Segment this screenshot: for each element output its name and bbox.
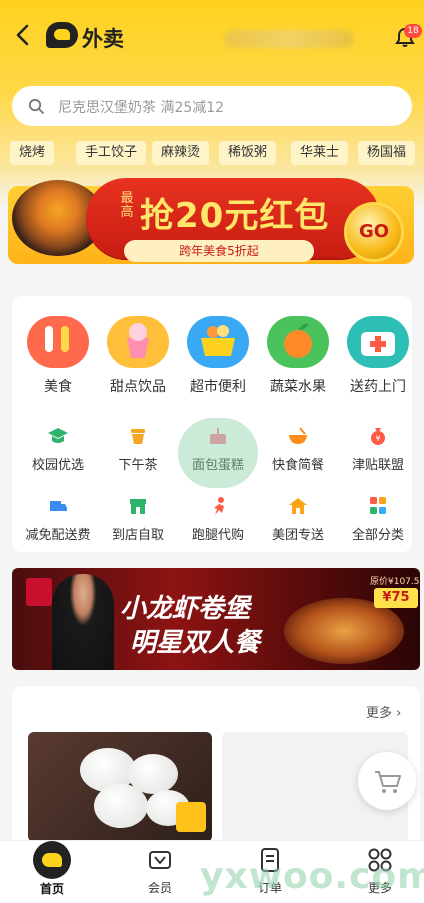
category-dessert[interactable]: 甜点饮品 xyxy=(98,316,178,396)
category-label: 美食 xyxy=(44,379,72,395)
category-campus[interactable]: 校园优选 xyxy=(18,426,98,473)
category-all[interactable]: 全部分类 xyxy=(338,496,418,543)
category-pickup[interactable]: 到店自取 xyxy=(98,496,178,543)
category-allowance[interactable]: ¥ 津贴联盟 xyxy=(338,426,418,473)
category-supermarket[interactable]: 超市便利 xyxy=(178,316,258,396)
category-label: 到店自取 xyxy=(111,528,164,543)
top-nav: 外卖 18 xyxy=(0,10,424,60)
category-label: 校园优选 xyxy=(31,458,84,473)
category-label: 超市便利 xyxy=(190,379,246,395)
bowl-icon xyxy=(287,426,309,446)
shop-photo[interactable] xyxy=(28,732,212,842)
tab-label: 首页 xyxy=(39,882,64,896)
category-label: 送药上门 xyxy=(350,379,406,395)
page-title: 外卖 xyxy=(82,27,124,51)
category-label: 全部分类 xyxy=(351,528,404,543)
meituan-logo xyxy=(46,22,78,48)
vip-icon xyxy=(145,845,175,875)
cart-button[interactable] xyxy=(358,752,416,810)
category-free-delivery[interactable]: 减免配送费 xyxy=(18,496,98,543)
kfc-logo xyxy=(26,578,52,606)
category-label: 甜点饮品 xyxy=(110,379,166,395)
quick-tag[interactable]: 华莱士 xyxy=(291,141,349,165)
category-label: 下午茶 xyxy=(118,458,158,473)
chevron-left-icon xyxy=(16,24,29,46)
category-meituan-delivery[interactable]: 美团专送 xyxy=(258,496,338,543)
basket-icon xyxy=(187,316,249,368)
category-label: 减免配送费 xyxy=(25,528,91,543)
money-bag-icon: ¥ xyxy=(367,426,389,446)
food-icon xyxy=(27,316,89,368)
chevron-right-icon: › xyxy=(396,706,402,721)
category-fast-meal[interactable]: 快食简餐 xyxy=(258,426,338,473)
watermark-text: yxwoo.com xyxy=(200,856,424,897)
house-rider-icon xyxy=(287,496,309,516)
category-label: 跑腿代购 xyxy=(191,528,244,543)
ad-headline-1: 小龙虾卷堡 xyxy=(120,594,251,624)
quick-tag[interactable]: 稀饭粥 xyxy=(219,141,277,165)
location-text-blurred[interactable] xyxy=(224,30,354,48)
quick-tags: 烧烤 手工饺子 麻辣烫 稀饭粥 华莱士 杨国福 xyxy=(10,141,420,167)
svg-text:¥: ¥ xyxy=(375,434,380,443)
medicine-icon xyxy=(347,316,409,368)
more-link[interactable]: 更多 › xyxy=(366,702,401,721)
promo-headline: 抢20元红包 xyxy=(140,196,330,236)
dessert-icon xyxy=(107,316,169,368)
kfc-ad-banner[interactable]: 小龙虾卷堡 明星双人餐 原价¥107.5 ¥75 xyxy=(12,568,420,670)
home-logo-icon xyxy=(33,841,71,879)
store-icon xyxy=(127,496,149,516)
graduation-cap-icon xyxy=(47,426,69,446)
quick-tag[interactable]: 手工饺子 xyxy=(76,141,147,165)
ad-headline-2: 明星双人餐 xyxy=(130,628,261,658)
category-label: 蔬菜水果 xyxy=(270,379,326,395)
fruit-icon xyxy=(267,316,329,368)
search-icon xyxy=(28,98,44,114)
promo-go-button[interactable]: GO xyxy=(344,202,404,262)
celebrity-image xyxy=(52,574,114,670)
category-label: 美团专送 xyxy=(271,528,324,543)
notification-badge: 18 xyxy=(404,24,422,38)
category-label: 快食简餐 xyxy=(271,458,324,473)
ad-price: ¥75 xyxy=(374,588,418,608)
search-placeholder: 尼克思汉堡奶茶 满25减12 xyxy=(58,100,225,116)
category-medicine[interactable]: 送药上门 xyxy=(338,316,418,396)
grid-icon xyxy=(367,496,389,516)
shop-badge xyxy=(176,802,206,832)
quick-tag[interactable]: 烧烤 xyxy=(10,141,55,165)
tab-home[interactable]: 首页 xyxy=(12,841,92,897)
promo-small-text: 最高 xyxy=(120,191,134,220)
promo-banner[interactable]: 最高 抢20元红包 跨年美食5折起 GO xyxy=(0,172,424,280)
search-bar[interactable]: 尼克思汉堡奶茶 满25减12 xyxy=(12,86,412,126)
back-button[interactable] xyxy=(12,22,34,48)
category-fruit[interactable]: 蔬菜水果 xyxy=(258,316,338,396)
tea-cup-icon xyxy=(127,426,149,446)
quick-tag[interactable]: 杨国福 xyxy=(358,141,416,165)
category-errand[interactable]: 跑腿代购 xyxy=(178,496,258,543)
tab-vip[interactable]: 会员 xyxy=(120,845,200,896)
quick-tag[interactable]: 麻辣烫 xyxy=(152,141,210,165)
cart-icon xyxy=(375,771,401,793)
category-afternoon-tea[interactable]: 下午茶 xyxy=(98,426,178,473)
more-label: 更多 xyxy=(366,706,393,721)
tab-label: 会员 xyxy=(147,881,172,895)
ad-original-price: 原价¥107.5 xyxy=(370,577,420,587)
delivery-truck-icon xyxy=(47,496,69,516)
watermark-mascot xyxy=(178,418,258,488)
category-food[interactable]: 美食 xyxy=(18,316,98,396)
runner-icon xyxy=(207,496,229,516)
category-label: 津贴联盟 xyxy=(351,458,404,473)
promo-subline: 跨年美食5折起 xyxy=(124,240,314,262)
bun-image xyxy=(94,784,148,828)
